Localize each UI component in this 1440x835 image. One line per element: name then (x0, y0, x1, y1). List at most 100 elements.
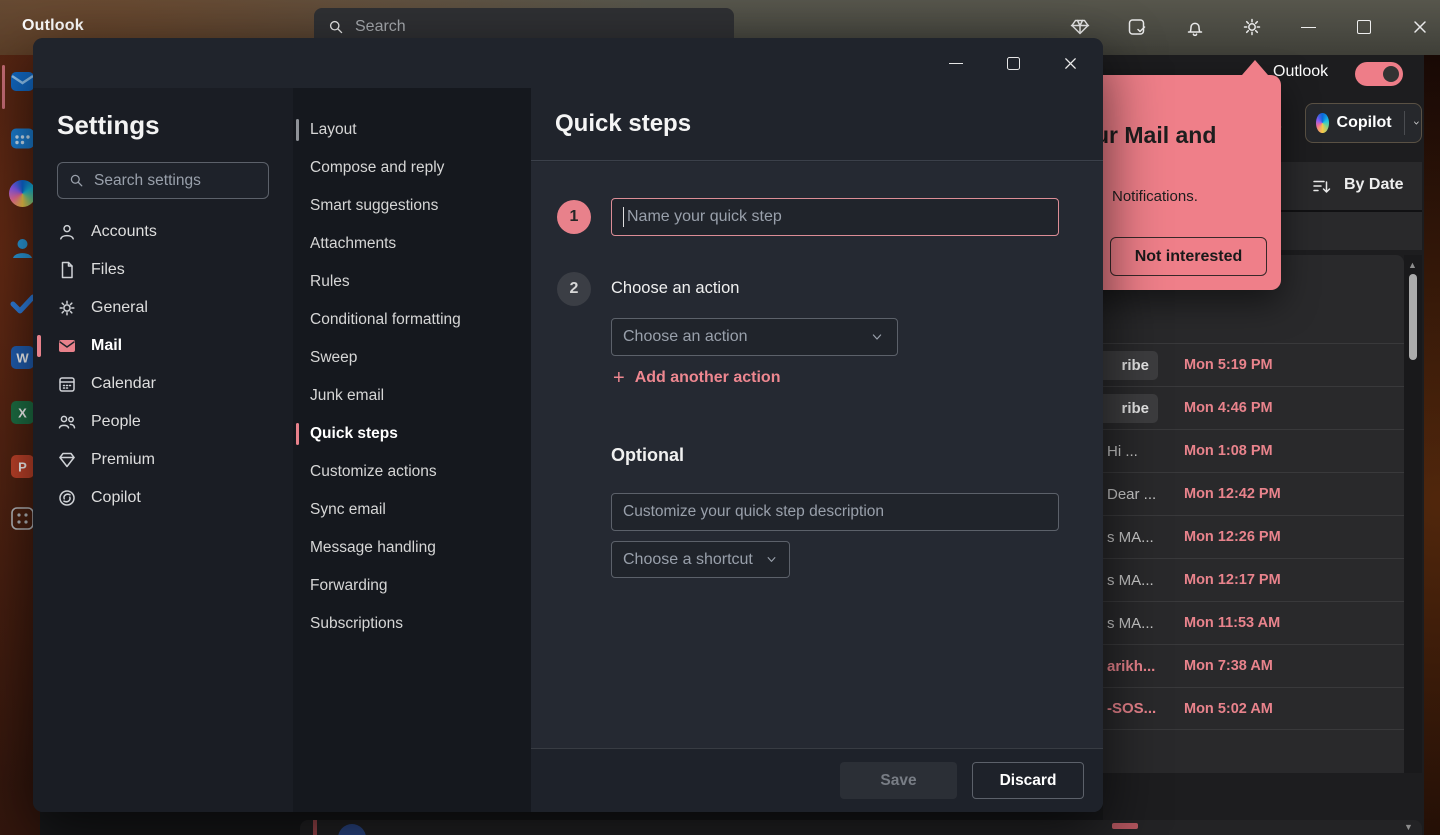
search-placeholder: Search (355, 18, 406, 36)
message-row[interactable]: ribe ribe Mon 4:46 PM (1103, 386, 1404, 429)
description-input[interactable]: Customize your quick step description (611, 493, 1059, 531)
message-row[interactable]: Dear ... Dear ... Mon 12:42 PM (1103, 472, 1404, 515)
category-item[interactable]: Rules (293, 263, 531, 301)
nav-item-label: People (91, 413, 141, 431)
settings-title: Settings (57, 110, 160, 141)
message-row[interactable]: ribe ribe Mon 5:19 PM (1103, 343, 1404, 386)
message-row[interactable]: s MA... s MA... Mon 12:26 PM (1103, 515, 1404, 558)
dialog-close-button[interactable] (1050, 47, 1090, 79)
nav-item-icon (57, 450, 77, 470)
nav-item-label: Premium (91, 451, 155, 469)
scroll-down-arrow[interactable]: ▼ (1404, 822, 1413, 832)
settings-search-input[interactable]: Search settings (57, 162, 269, 199)
settings-nav-item[interactable]: Calendar (33, 365, 293, 403)
dialog-maximize-button[interactable] (993, 47, 1033, 79)
premium-icon[interactable] (1069, 16, 1091, 38)
reading-pane-strip: ▼ (300, 820, 1422, 835)
nav-item-icon (57, 374, 77, 394)
people-icon[interactable] (9, 235, 36, 262)
copilot-icon[interactable] (9, 180, 36, 207)
copilot-dropdown-chevron-icon[interactable] (1412, 116, 1421, 130)
category-item[interactable]: Quick steps (293, 415, 531, 453)
settings-nav-item[interactable]: Premium (33, 441, 293, 479)
category-item[interactable]: Attachments (293, 225, 531, 263)
quick-step-name-input[interactable]: Name your quick step (611, 198, 1059, 236)
category-label: Sweep (310, 349, 357, 367)
toggle-knob (1383, 66, 1399, 82)
settings-search-placeholder: Search settings (94, 172, 201, 190)
category-item[interactable]: Sync email (293, 491, 531, 529)
save-button[interactable]: Save (840, 762, 957, 799)
message-row[interactable]: s MA... s MA... Mon 12:17 PM (1103, 558, 1404, 601)
panel-body: 1 Name your quick step 2 Choose an actio… (531, 162, 1103, 748)
category-item[interactable]: Message handling (293, 529, 531, 567)
window-close-button[interactable] (1407, 14, 1433, 40)
outlook-mail-icon[interactable] (9, 68, 36, 95)
new-outlook-label: Outlook (1273, 63, 1328, 81)
search-icon (68, 172, 85, 189)
settings-nav-item[interactable]: Copilot (33, 479, 293, 517)
discard-button[interactable]: Discard (972, 762, 1084, 799)
settings-nav-item[interactable]: Accounts (33, 213, 293, 251)
message-row[interactable]: s MA... s MA... Mon 11:53 AM (1103, 601, 1404, 644)
message-time: Mon 5:19 PM (1184, 357, 1273, 373)
category-item[interactable]: Subscriptions (293, 605, 531, 643)
message-row[interactable]: -SOS... -SOS... Mon 5:02 AM (1103, 687, 1404, 730)
svg-text:X: X (18, 406, 27, 421)
message-time: Mon 12:26 PM (1184, 529, 1281, 545)
step-2-badge: 2 (557, 272, 591, 306)
add-another-action-link[interactable]: + Add another action (613, 368, 780, 388)
category-item[interactable]: Compose and reply (293, 149, 531, 187)
calendar-icon[interactable] (9, 125, 36, 152)
scroll-up-arrow[interactable]: ▲ (1408, 260, 1417, 270)
nav-item-icon (57, 488, 77, 508)
settings-nav-item[interactable]: Mail (33, 327, 293, 365)
powerpoint-icon[interactable]: P (9, 453, 36, 480)
window-minimize-button[interactable] (1295, 14, 1321, 40)
category-item[interactable]: Conditional formatting (293, 301, 531, 339)
notifications-icon[interactable] (1184, 16, 1206, 38)
shortcut-dropdown[interactable]: Choose a shortcut (611, 541, 790, 578)
settings-icon[interactable] (1241, 16, 1263, 38)
category-item[interactable]: Customize actions (293, 453, 531, 491)
unsubscribe-button-fragment[interactable]: ribe (1103, 394, 1158, 423)
sort-icon[interactable] (1310, 175, 1334, 199)
category-item[interactable]: Smart suggestions (293, 187, 531, 225)
message-row[interactable]: arikh... arikh... Mon 7:38 AM (1103, 644, 1404, 687)
category-indicator (296, 119, 299, 141)
step-1-badge: 1 (557, 200, 591, 234)
not-interested-button[interactable]: Not interested (1110, 237, 1267, 276)
unsubscribe-button-fragment[interactable]: ribe (1103, 351, 1158, 380)
excel-icon[interactable]: X (9, 399, 36, 426)
settings-nav-item[interactable]: General (33, 289, 293, 327)
dialog-minimize-button[interactable] (936, 47, 976, 79)
settings-nav-item[interactable]: Files (33, 251, 293, 289)
window-maximize-button[interactable] (1351, 14, 1377, 40)
message-list-scrollbar[interactable]: ▲ (1404, 255, 1422, 773)
avatar (338, 824, 366, 835)
settings-nav-item[interactable]: People (33, 403, 293, 441)
action-dropdown[interactable]: Choose an action (611, 318, 898, 356)
copilot-button-label: Copilot (1337, 114, 1392, 132)
nav-item-icon (57, 298, 77, 318)
my-day-icon[interactable] (1126, 16, 1148, 38)
word-icon[interactable]: W (9, 344, 36, 371)
message-row[interactable]: Hi ... Hi ... Mon 1:08 PM (1103, 429, 1404, 472)
nav-item-label: Accounts (91, 223, 157, 241)
category-item[interactable]: Layout (293, 111, 531, 149)
category-item[interactable]: Forwarding (293, 567, 531, 605)
category-label: Junk email (310, 387, 384, 405)
panel-header: Quick steps (531, 88, 1103, 161)
app-grid-icon[interactable] (9, 505, 36, 532)
copilot-button[interactable]: Copilot (1305, 103, 1422, 143)
category-item[interactable]: Junk email (293, 377, 531, 415)
new-outlook-toggle[interactable] (1355, 62, 1403, 86)
message-subject-fragment: Dear ... (1107, 486, 1156, 503)
category-label: Sync email (310, 501, 386, 519)
message-subject-fragment: arikh... (1107, 658, 1155, 675)
category-item[interactable]: Sweep (293, 339, 531, 377)
scrollbar-thumb[interactable] (1409, 274, 1417, 360)
category-label: Message handling (310, 539, 436, 557)
to-do-icon[interactable] (9, 290, 36, 317)
sort-by-date-button[interactable]: By Date (1344, 176, 1404, 194)
